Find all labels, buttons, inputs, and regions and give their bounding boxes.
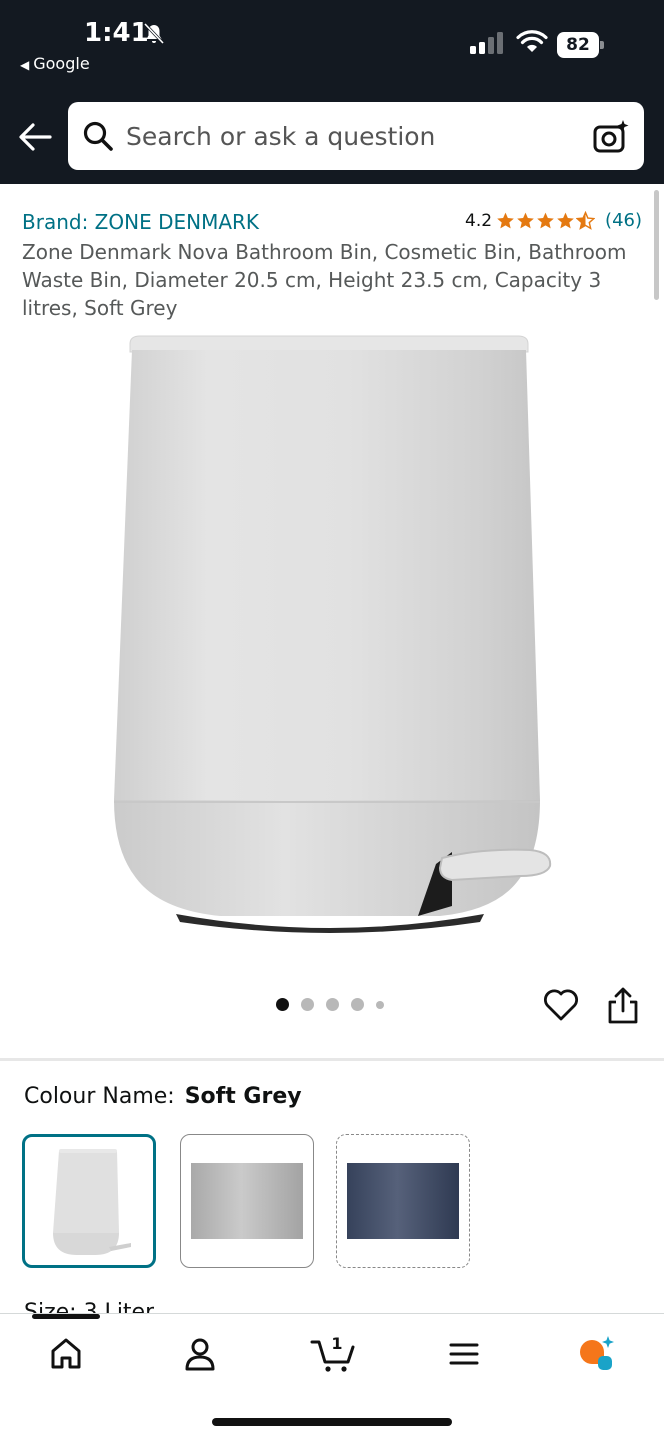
colour-selection-label: Colour Name: Soft Grey bbox=[24, 1084, 302, 1109]
home-icon[interactable] bbox=[46, 1334, 86, 1374]
star-icon bbox=[517, 212, 534, 229]
cart-count-badge: 1 bbox=[331, 1334, 343, 1353]
size-selection-label: Size: 3 Liter bbox=[24, 1300, 155, 1314]
scroll-indicator bbox=[654, 190, 659, 300]
rating-value: 4.2 bbox=[465, 210, 493, 231]
carousel-dot-active[interactable] bbox=[276, 998, 289, 1011]
carousel-dot[interactable] bbox=[376, 1000, 384, 1009]
section-divider bbox=[0, 1058, 664, 1061]
colour-swatch-navy[interactable] bbox=[336, 1134, 470, 1268]
back-app-label: Google bbox=[33, 54, 90, 73]
swatch-colour-fill bbox=[347, 1163, 459, 1239]
rating-summary[interactable]: 4.2 (46) bbox=[465, 210, 642, 231]
star-half-icon bbox=[576, 211, 596, 230]
bell-off-icon bbox=[143, 22, 165, 45]
back-arrow-icon[interactable] bbox=[18, 122, 52, 152]
account-icon[interactable] bbox=[180, 1334, 220, 1374]
colour-swatch-soft-grey[interactable] bbox=[22, 1134, 156, 1268]
menu-icon[interactable] bbox=[444, 1334, 484, 1374]
home-indicator[interactable] bbox=[212, 1418, 452, 1426]
rating-stars bbox=[496, 211, 596, 230]
heart-icon[interactable] bbox=[542, 986, 580, 1024]
image-carousel-dots[interactable] bbox=[276, 998, 384, 1011]
battery-icon: 82 bbox=[557, 32, 605, 58]
back-triangle-icon: ◀ bbox=[20, 58, 30, 72]
status-time: 1:41 bbox=[84, 18, 149, 48]
rating-count[interactable]: (46) bbox=[605, 210, 642, 231]
header: 1:41 ◀ Google 82 bbox=[0, 0, 664, 184]
brand-link[interactable]: Brand: ZONE DENMARK bbox=[22, 210, 259, 234]
star-icon bbox=[537, 212, 554, 229]
wifi-icon bbox=[516, 30, 548, 52]
swatch-colour-fill bbox=[191, 1163, 303, 1239]
carousel-dot[interactable] bbox=[351, 998, 364, 1011]
search-icon bbox=[83, 121, 113, 151]
swatch-bin-thumbnail bbox=[53, 1149, 131, 1255]
camera-icon[interactable] bbox=[592, 118, 630, 154]
carousel-dot[interactable] bbox=[326, 998, 339, 1011]
rufus-icon[interactable] bbox=[576, 1334, 616, 1374]
colour-name-value: Soft Grey bbox=[184, 1084, 302, 1109]
battery-level: 82 bbox=[557, 32, 599, 58]
nav-active-indicator bbox=[32, 1314, 100, 1319]
search-input[interactable] bbox=[126, 102, 586, 170]
product-image[interactable] bbox=[100, 330, 560, 950]
back-to-app-link[interactable]: ◀ Google bbox=[20, 54, 90, 73]
star-icon bbox=[497, 212, 514, 229]
carousel-dot[interactable] bbox=[301, 998, 314, 1011]
product-title: Zone Denmark Nova Bathroom Bin, Cosmetic… bbox=[22, 240, 627, 320]
share-icon[interactable] bbox=[606, 986, 640, 1026]
search-bar[interactable] bbox=[68, 102, 644, 170]
colour-swatch-grey[interactable] bbox=[180, 1134, 314, 1268]
star-icon bbox=[557, 212, 574, 229]
colour-name-label: Colour Name: bbox=[24, 1084, 175, 1109]
signal-icon bbox=[470, 32, 503, 54]
